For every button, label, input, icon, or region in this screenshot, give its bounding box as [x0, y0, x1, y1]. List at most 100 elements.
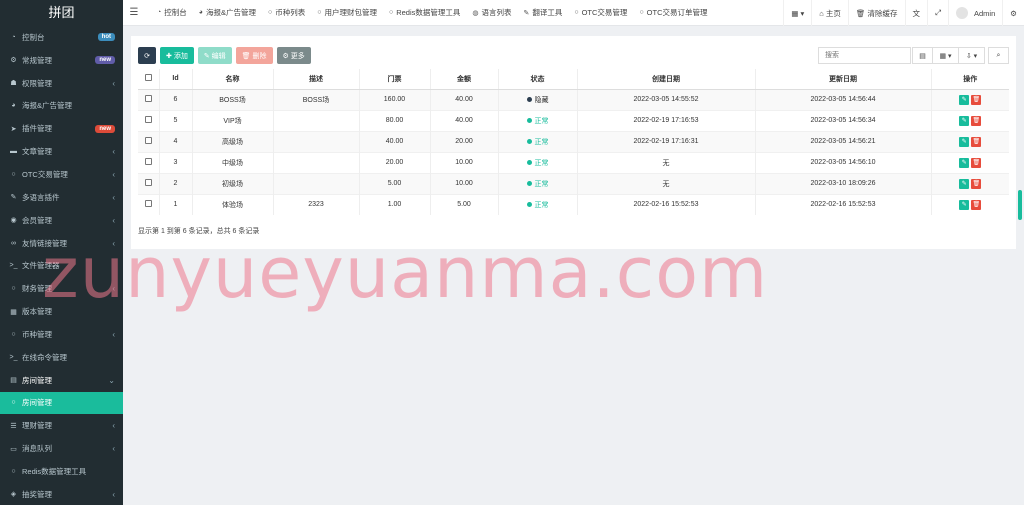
sidebar-item[interactable]: ◕ 海报&广告管理 [0, 95, 123, 118]
refresh-button[interactable]: ⟳ [138, 47, 156, 64]
nav-tab[interactable]: ○ OTC交易管理 [574, 7, 627, 18]
sidebar-item-label: Redis数据管理工具 [22, 466, 87, 476]
home-link[interactable]: ⌂ 主页 [811, 0, 848, 26]
row-checkbox-cell[interactable] [138, 88, 159, 110]
sidebar-item[interactable]: ◔ 控制台 hot [0, 26, 123, 49]
more-button[interactable]: ⚙ 更多 [276, 47, 311, 64]
sidebar-item-label: 在线命令管理 [22, 352, 67, 362]
fullscreen-icon[interactable]: ⤢ [927, 0, 948, 26]
settings-gear-icon[interactable]: ⚙ [1002, 0, 1024, 26]
delete-row-button[interactable]: 🗑 [971, 136, 982, 147]
row-checkbox-cell[interactable] [138, 130, 159, 152]
table-row[interactable]: 6 BOSS场 BOSS场 160.00 40.00 隐藏 2022-03-05… [138, 88, 1009, 110]
nav-tab[interactable]: ◕ 海报&广告管理 [199, 7, 256, 18]
sidebar-item[interactable]: >_ 在线命令管理 [0, 346, 123, 369]
plus-icon: ✚ [166, 52, 172, 60]
add-button[interactable]: ✚ 添加 [160, 47, 194, 64]
table-row[interactable]: 2 初级场 5.00 10.00 正常 无 2022-03-10 18:09:2… [138, 172, 1009, 194]
nav-tab[interactable]: ○ OTC交易订单管理 [639, 7, 707, 18]
version-icon: ▦ [10, 308, 17, 316]
edit-row-button[interactable]: ✎ [959, 115, 970, 126]
user-menu[interactable]: Admin [948, 0, 1002, 26]
columns-icon: ▦ ▾ [939, 52, 952, 60]
sidebar-item[interactable]: ○ Redis数据管理工具 [0, 460, 123, 483]
delete-row-button[interactable]: 🗑 [971, 94, 982, 105]
sidebar-item[interactable]: ☰ 理财管理 ‹ [0, 414, 123, 437]
top-navbar: ☰ ◔ 控制台 ◕ 海报&广告管理 ○ 币种列表 ○ 用户理财包管理 ○ Redis数据管理工具 ◍… [123, 0, 1024, 26]
sidebar-item[interactable]: ○ OTC交易管理 ‹ [0, 163, 123, 186]
sidebar-badge: new [95, 124, 115, 133]
sidebar-item[interactable]: ○ 币种管理 ‹ [0, 323, 123, 346]
table-body: 6 BOSS场 BOSS场 160.00 40.00 隐藏 2022-03-05… [138, 88, 1009, 215]
nav-tab[interactable]: ◍ 语言列表 [472, 7, 511, 18]
table-row[interactable]: 5 VIP场 80.00 40.00 正常 2022-02-19 17:16:5… [138, 109, 1009, 131]
sidebar-item[interactable]: ◈ 抽奖管理 ‹ [0, 483, 123, 505]
tab-menu-dropdown[interactable]: ▦ ▾ [783, 0, 811, 26]
scrollbar-thumb[interactable] [1018, 190, 1022, 220]
table-row[interactable]: 1 体验场 2323 1.00 5.00 正常 2022-02-16 15:52… [138, 193, 1009, 215]
delete-row-button[interactable]: 🗑 [971, 199, 982, 210]
row-checkbox[interactable] [144, 137, 152, 144]
status-badge: 正常 [534, 159, 549, 167]
delete-button[interactable]: 🗑 删除 [235, 47, 273, 64]
edit-row-button[interactable]: ✎ [959, 199, 970, 210]
edit-row-button[interactable]: ✎ [959, 157, 970, 168]
row-checkbox[interactable] [144, 158, 152, 165]
chevron-icon: ‹ [112, 329, 115, 339]
cell-desc [272, 172, 359, 194]
edit-row-button[interactable]: ✎ [959, 94, 970, 105]
checkbox[interactable] [144, 74, 152, 82]
sidebar-item-label: 权限管理 [22, 78, 52, 88]
nav-tab[interactable]: ○ 用户理财包管理 [317, 7, 377, 18]
row-checkbox-cell[interactable] [138, 151, 159, 173]
delete-row-button[interactable]: 🗑 [971, 157, 982, 168]
export-dropdown[interactable]: ⇩ ▾ [958, 47, 985, 64]
table-row[interactable]: 3 中级场 20.00 10.00 正常 无 2022-03-05 14:56:… [138, 151, 1009, 173]
columns-dropdown[interactable]: ▦ ▾ [932, 47, 959, 64]
sidebar-item[interactable]: ☗ 权限管理 ‹ [0, 72, 123, 95]
sidebar-item[interactable]: ▭ 消息队列 ‹ [0, 437, 123, 460]
cell-desc [272, 109, 359, 131]
cell-status: 正常 [497, 109, 577, 131]
edit-button[interactable]: ✎ 编辑 [197, 47, 232, 64]
link-icon: ∞ [11, 239, 16, 247]
sidebar-item[interactable]: ▬ 文章管理 ‹ [0, 140, 123, 163]
cell-status: 正常 [497, 172, 577, 194]
brand-logo[interactable]: 拼团 [0, 0, 123, 26]
table-row[interactable]: 4 高级场 40.00 20.00 正常 2022-02-19 17:16:31… [138, 130, 1009, 152]
clear-cache-button[interactable]: 🗑 清除缓存 [847, 0, 905, 26]
sidebar-item[interactable]: ▤ 房间管理 ⌄ [0, 369, 123, 392]
delete-row-button[interactable]: 🗑 [971, 115, 982, 126]
row-checkbox[interactable] [144, 116, 152, 123]
edit-row-button[interactable]: ✎ [959, 136, 970, 147]
circle-icon: ○ [574, 9, 579, 16]
sidebar-item[interactable]: ◉ 会员管理 ‹ [0, 209, 123, 232]
nav-tab[interactable]: ○ Redis数据管理工具 [389, 7, 460, 18]
nav-tab[interactable]: ○ 币种列表 [268, 7, 305, 18]
edit-row-button[interactable]: ✎ [959, 178, 970, 189]
row-checkbox-cell[interactable] [138, 193, 159, 215]
row-checkbox[interactable] [144, 179, 152, 186]
row-checkbox[interactable] [144, 95, 152, 102]
cog-icon: ⚙ [282, 52, 289, 60]
sidebar-item[interactable]: ○ 房间管理 [0, 391, 123, 415]
sidebar-item[interactable]: ✎ 多语言插件 ‹ [0, 186, 123, 209]
select-all-checkbox[interactable] [138, 69, 159, 90]
search-input[interactable] [818, 47, 911, 64]
delete-row-button[interactable]: 🗑 [971, 178, 982, 189]
nav-tab-label: 海报&广告管理 [205, 8, 256, 17]
toggle-view-button[interactable]: ▤ [912, 47, 933, 64]
clear-cache-label: 清除缓存 [867, 8, 898, 18]
cell-id: 4 [158, 130, 192, 152]
language-switch-icon[interactable]: 文 [904, 0, 928, 26]
menu-toggle-icon[interactable]: ☰ [123, 7, 145, 18]
search-toggle-button[interactable]: ⌕ [988, 47, 1009, 64]
row-checkbox[interactable] [144, 200, 152, 208]
sidebar-item[interactable]: ⚙ 常规管理 new [0, 49, 123, 72]
sidebar-item[interactable]: ➤ 插件管理 new [0, 117, 123, 140]
topbar-right: ▦ ▾ ⌂ 主页 🗑 清除缓存 文 ⤢ Admin ⚙ [783, 0, 1024, 26]
row-checkbox-cell[interactable] [138, 172, 159, 194]
row-checkbox-cell[interactable] [138, 109, 159, 131]
nav-tab[interactable]: ◔ 控制台 [157, 7, 187, 18]
nav-tab[interactable]: ✎ 翻译工具 [523, 7, 562, 18]
